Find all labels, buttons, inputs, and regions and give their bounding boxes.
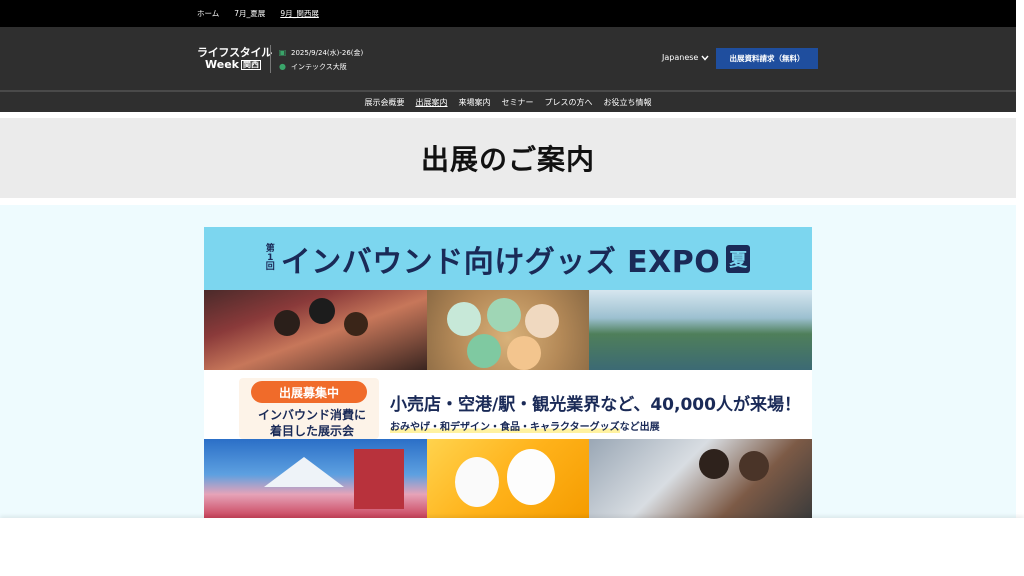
photo-tourists-street: [204, 290, 427, 370]
photo-visitors: [589, 439, 812, 518]
edition-label: 第 1 回: [265, 244, 275, 272]
logo-week: Week: [205, 57, 239, 71]
photo-lucky-cats: [427, 439, 589, 518]
season-badge: 夏: [726, 244, 751, 273]
focus-line-1: インバウンド消費に: [257, 408, 366, 422]
content-area: 第 1 回 インバウンド向けグッズ EXPO 夏 出展募集中 インバウンド消費に…: [0, 205, 1016, 518]
logo-divider: [270, 45, 271, 73]
language-selector[interactable]: Japanese: [662, 53, 709, 62]
top-link-summer[interactable]: 7月_夏展: [234, 8, 265, 19]
top-bar: ホーム 7月_夏展 9月_関西展: [0, 0, 1016, 27]
nav-item-overview[interactable]: 展示会概要: [365, 97, 405, 108]
banner-subline: おみやげ・和デザイン・食品・キャラクターグッズなど出展: [390, 422, 660, 433]
site-header: ライフスタイル Week 関西 ▣ 2025/9/24(水)-26(金) ● インテッ…: [0, 27, 1016, 90]
logo-badge: 関西: [240, 59, 261, 70]
photo-castle: [589, 290, 812, 370]
banner-header: 第 1 回 インバウンド向けグッズ EXPO 夏: [204, 227, 812, 290]
main-nav: 展示会概要 出展案内 来場案内 セミナー プレスの方へ お役立ち情報: [0, 90, 1016, 112]
expo-banner[interactable]: 第 1 回 インバウンド向けグッズ EXPO 夏 出展募集中 インバウンド消費に…: [204, 227, 812, 518]
photo-fuji-pagoda: [204, 439, 427, 518]
photo-sweets: [427, 290, 589, 370]
page-title: 出展のご案内: [420, 143, 595, 176]
chevron-down-icon: [701, 55, 709, 61]
nav-item-seminar[interactable]: セミナー: [502, 97, 534, 108]
event-date: 2025/9/24(水)-26(金): [291, 49, 364, 57]
recruiting-badge: 出展募集中: [251, 381, 367, 403]
calendar-icon: ▣: [278, 48, 287, 57]
site-logo[interactable]: ライフスタイル Week 関西: [197, 47, 272, 70]
request-materials-button[interactable]: 出展資料請求（無料）: [716, 48, 818, 69]
language-label: Japanese: [662, 53, 699, 62]
banner-title: インバウンド向けグッズ EXPO: [280, 244, 721, 280]
nav-item-exhibit[interactable]: 出展案内: [416, 97, 448, 108]
logo-line2: Week 関西: [197, 57, 272, 71]
top-link-home[interactable]: ホーム: [197, 8, 219, 19]
banner-headline: 小売店・空港/駅・観光業界など、40,000人が来場！: [390, 395, 801, 415]
nav-item-press[interactable]: プレスの方へ: [545, 97, 593, 108]
focus-line-2: 着目した展示会: [269, 424, 354, 438]
event-info: ▣ 2025/9/24(水)-26(金) ● インテックス大阪: [278, 46, 364, 74]
nav-item-info[interactable]: お役立ち情報: [604, 97, 652, 108]
top-link-kansai[interactable]: 9月_関西展: [280, 8, 319, 19]
page-title-band: 出展のご案内: [0, 118, 1016, 198]
event-venue: インテックス大阪: [291, 63, 347, 71]
page-footer-space: [0, 518, 1024, 576]
map-pin-icon: ●: [279, 62, 286, 71]
banner-message: 出展募集中 インバウンド消費に 着目した展示会 小売店・空港/駅・観光業界など、…: [204, 370, 812, 439]
nav-item-visit[interactable]: 来場案内: [459, 97, 491, 108]
